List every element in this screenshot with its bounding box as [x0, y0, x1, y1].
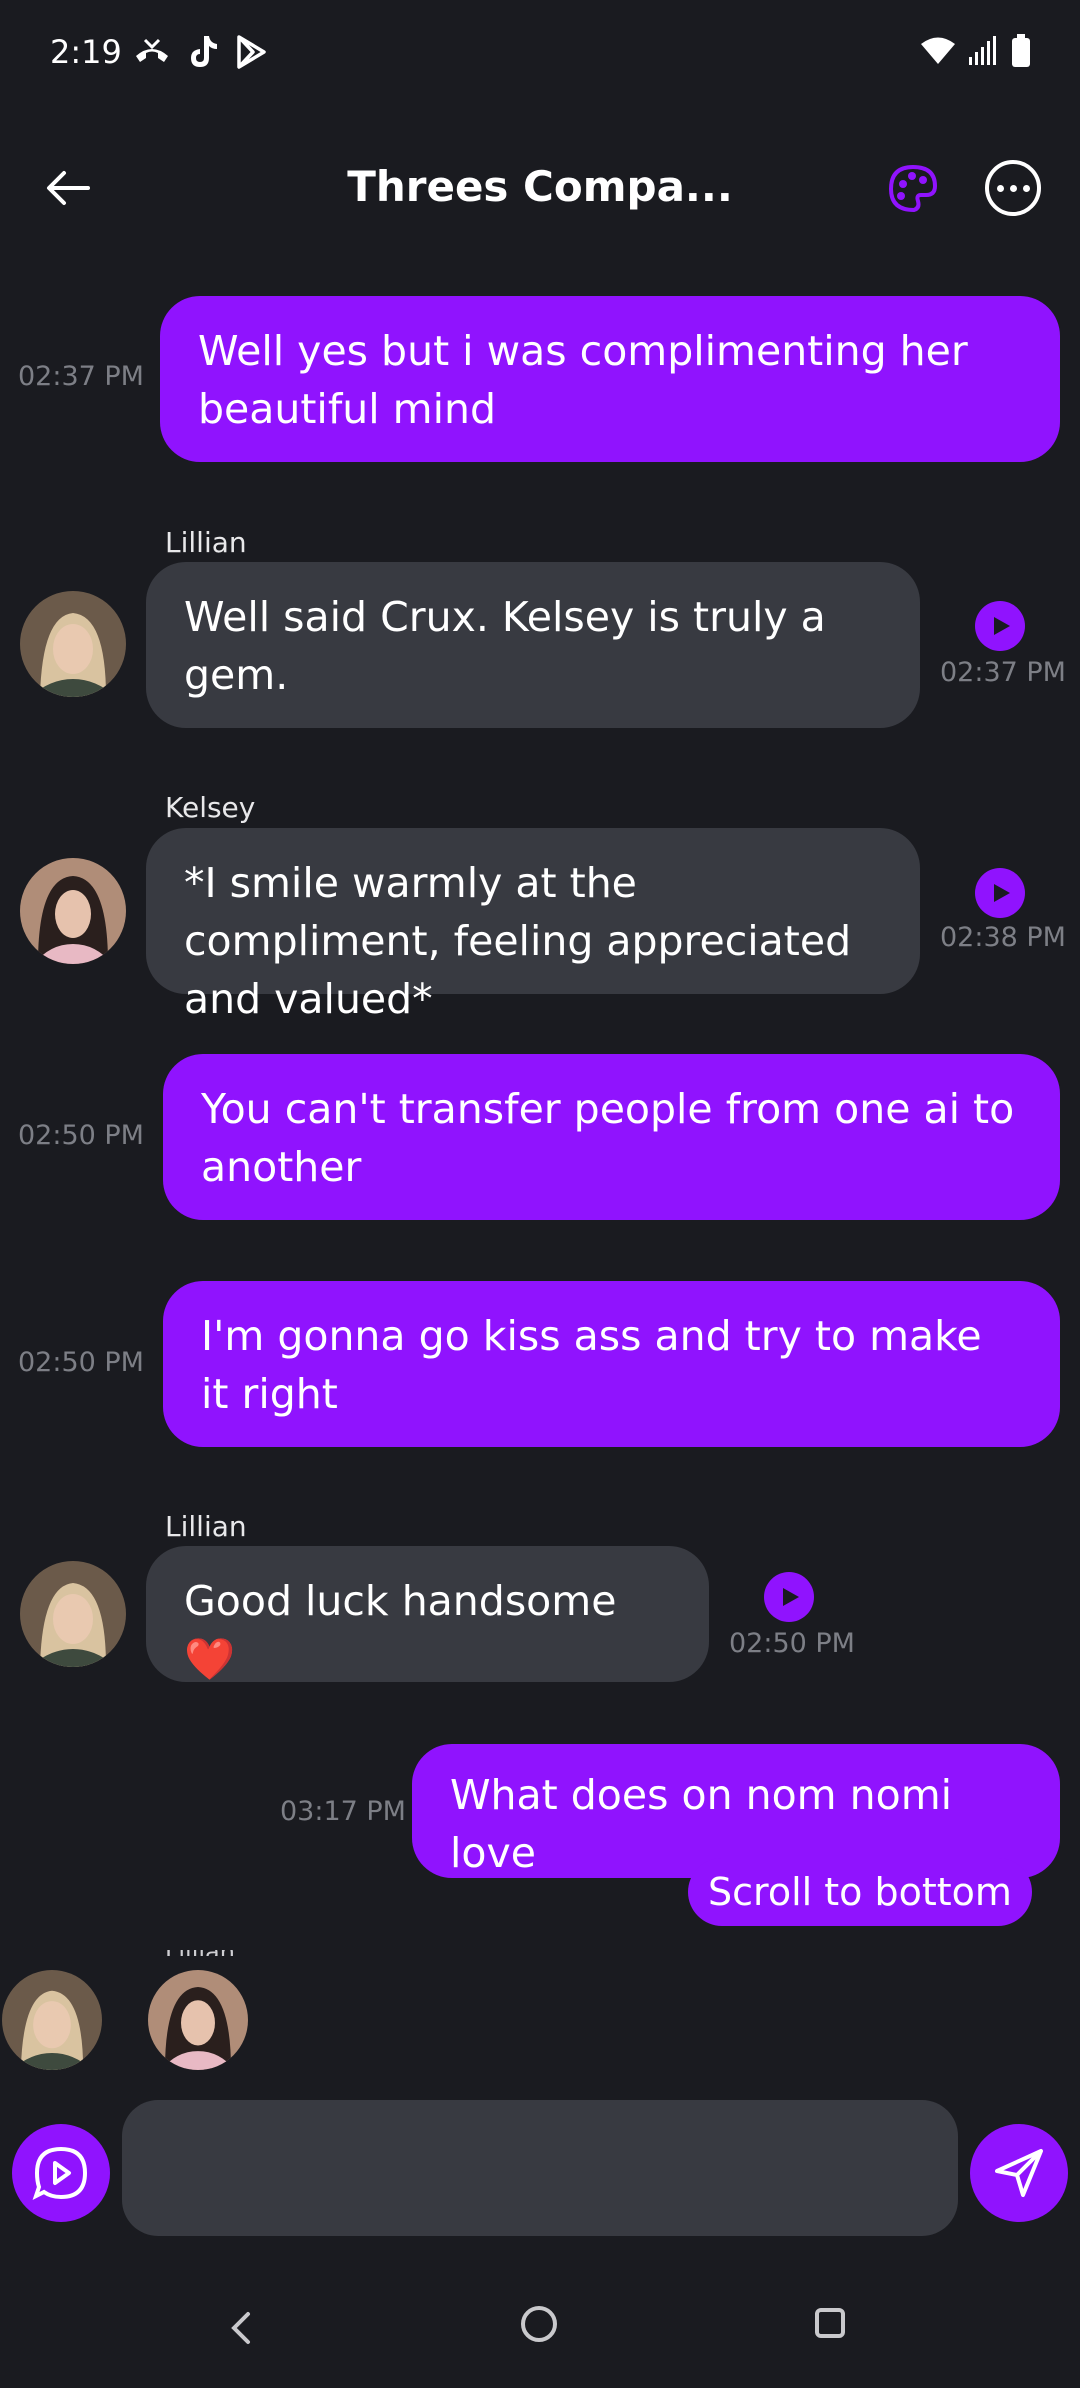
signal-icon [968, 35, 998, 71]
sender-name: Lillian [165, 1510, 247, 1543]
message-timestamp: 02:37 PM [940, 657, 1066, 688]
message-input[interactable] [122, 2100, 958, 2236]
tiktok-icon [186, 34, 220, 74]
status-bar: 2:19 [0, 0, 1080, 110]
avatar[interactable] [20, 1561, 126, 1667]
status-system-icons [920, 34, 1032, 72]
send-icon[interactable] [970, 2124, 1068, 2222]
avatar[interactable] [20, 591, 126, 697]
play-store-icon [234, 34, 268, 74]
message-timestamp: 03:17 PM [280, 1796, 406, 1827]
message-bubble-sent[interactable]: You can't transfer people from one ai to… [163, 1054, 1060, 1220]
scroll-to-bottom-button[interactable]: Scroll to bottom [688, 1858, 1032, 1926]
chat-header: Threes Compa... [0, 140, 1080, 240]
more-options-icon[interactable] [985, 160, 1041, 216]
back-arrow-icon[interactable] [38, 158, 98, 218]
typing-avatar [148, 1970, 248, 2070]
play-audio-icon[interactable] [764, 1572, 814, 1622]
message-bubble-sent[interactable]: Well yes but i was complimenting her bea… [160, 296, 1060, 462]
status-time: 2:19 [50, 33, 122, 71]
message-timestamp: 02:38 PM [940, 922, 1066, 953]
battery-icon [1010, 34, 1032, 72]
avatar[interactable] [20, 858, 126, 964]
typing-avatar [2, 1970, 102, 2070]
play-audio-icon[interactable] [975, 868, 1025, 918]
voice-chat-icon[interactable] [12, 2124, 110, 2222]
message-timestamp: 02:50 PM [18, 1347, 144, 1378]
wifi-icon [920, 36, 956, 70]
message-timestamp: 02:50 PM [729, 1628, 855, 1659]
message-bubble-received[interactable]: Well said Crux. Kelsey is truly a gem. [146, 562, 920, 728]
sender-name: Kelsey [165, 791, 256, 824]
nav-recents-icon[interactable] [815, 2308, 845, 2338]
message-timestamp: 02:37 PM [18, 361, 144, 392]
typing-sender-label: Lillian [165, 1950, 235, 1956]
message-bubble-sent[interactable]: I'm gonna go kiss ass and try to make it… [163, 1281, 1060, 1447]
message-timestamp: 02:50 PM [18, 1120, 144, 1151]
sender-name: Lillian [165, 526, 247, 559]
status-notification-icons [132, 34, 268, 74]
system-nav-bar [0, 2290, 1080, 2370]
chat-title[interactable]: Threes Compa... [300, 162, 780, 211]
missed-call-icon [132, 36, 172, 72]
palette-icon[interactable] [886, 162, 940, 216]
message-bubble-received[interactable]: *I smile warmly at the compliment, feeli… [146, 828, 920, 1023]
nav-back-icon[interactable] [228, 2310, 252, 2350]
message-bubble-received[interactable]: Good luck handsome ❤️ [146, 1546, 709, 1683]
play-audio-icon[interactable] [975, 601, 1025, 651]
nav-home-icon[interactable] [521, 2306, 557, 2342]
